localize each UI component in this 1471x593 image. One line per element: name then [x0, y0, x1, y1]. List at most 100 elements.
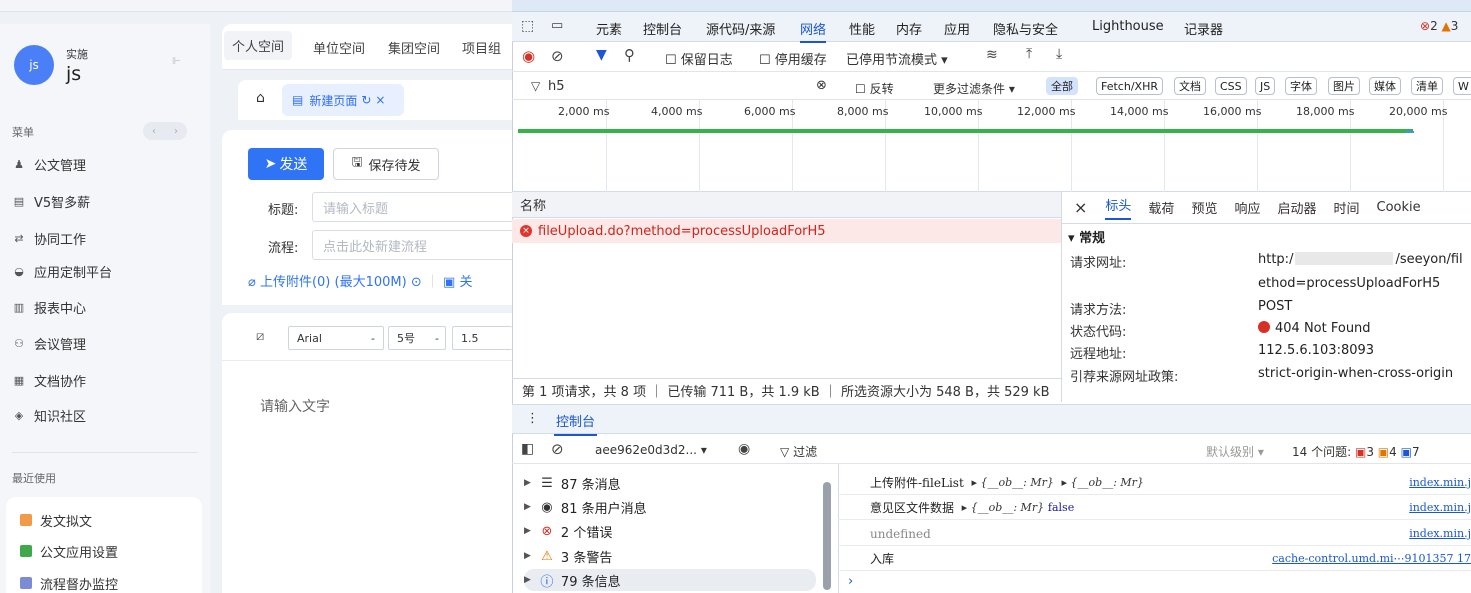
console-side-messages[interactable]: ▶ ☰ 87 条消息 — [524, 472, 621, 494]
page-tab-new[interactable]: ▤ 新建页面 ↻ × — [282, 84, 404, 116]
home-icon[interactable]: ⌂ — [256, 90, 265, 106]
console-side-warnings[interactable]: ▶ ⚠ 3 条警告 — [524, 545, 612, 567]
clear-icon[interactable]: ⊘ — [551, 47, 564, 65]
tab-personal-space[interactable]: 个人空间 — [224, 31, 293, 60]
tab-preview[interactable]: 预览 — [1191, 198, 1217, 217]
menu-item-6[interactable]: ▦ 文档协作 — [12, 368, 86, 392]
upload-icon[interactable]: ⤒ — [1026, 46, 1032, 62]
clear-filter-icon[interactable]: ⊗ — [816, 78, 827, 93]
line-height-select[interactable]: 1.5 — [452, 326, 512, 350]
menu-item-2[interactable]: ⇄ 协同工作 — [12, 226, 86, 250]
console-sidebar-scrollbar[interactable] — [823, 482, 831, 590]
menu-scroll-arrows[interactable]: ‹ › — [143, 122, 187, 140]
console-filter-input[interactable]: ▽ 过滤 — [780, 443, 1200, 460]
search-icon[interactable]: ⚲ — [624, 46, 635, 64]
recent-item-0[interactable]: 发文拟文 — [20, 509, 92, 531]
avatar[interactable]: js — [14, 45, 54, 85]
tab-payload[interactable]: 载荷 — [1148, 198, 1174, 217]
eye-icon[interactable]: ◉ — [738, 441, 750, 457]
object-preview[interactable]: ▸ {__ob__: Mr} — [962, 501, 1044, 514]
source-link[interactable]: index.min.j — [1409, 476, 1471, 489]
clear-console-icon[interactable]: ⊘ — [551, 440, 564, 458]
chip-manifest[interactable]: 清单 — [1411, 77, 1443, 95]
tab-memory[interactable]: 内存 — [896, 19, 922, 38]
tab-timing[interactable]: 时间 — [1333, 198, 1359, 217]
console-side-errors[interactable]: ▶ ⊗ 2 个错误 — [524, 520, 612, 542]
tab-network[interactable]: 网络 — [800, 19, 827, 43]
filter-input[interactable]: h5 — [548, 79, 818, 94]
name-column-header[interactable]: 名称 — [512, 192, 1061, 218]
upload-attachment-link[interactable]: ⌀ 上传附件(0) (最大100M) ⊙ ｜ ▣ 关 — [248, 271, 473, 290]
send-button[interactable]: ➤ 发送 — [248, 148, 324, 180]
filter-icon[interactable]: ▼ — [596, 47, 607, 63]
issue-counter[interactable]: ⊗2 ▲3 — [1420, 19, 1458, 33]
tab-sources[interactable]: 源代码/来源 — [706, 19, 775, 38]
recent-item-1[interactable]: 公文应用设置 — [20, 540, 118, 562]
format-icon[interactable]: ⧄ — [256, 329, 264, 344]
tab-recorder[interactable]: 记录器 — [1184, 19, 1223, 38]
close-icon[interactable]: × — [1074, 198, 1087, 217]
console-prompt-icon[interactable]: › — [848, 574, 853, 589]
chip-media[interactable]: 媒体 — [1369, 77, 1401, 95]
drawer-tab-console[interactable]: 控制台 — [554, 411, 598, 436]
recent-item-2[interactable]: 流程督办监控 — [20, 572, 118, 593]
download-icon[interactable]: ⤓ — [1056, 46, 1062, 62]
general-section-toggle[interactable]: ▾ 常规 — [1068, 227, 1105, 246]
size-select[interactable]: 5号 - — [388, 326, 446, 350]
chip-fetch-xhr[interactable]: Fetch/XHR — [1096, 77, 1163, 95]
sidebar-toggle-icon[interactable]: ◧ — [521, 441, 534, 457]
tab-initiator[interactable]: 启动器 — [1277, 198, 1316, 217]
log-level-select[interactable]: 默认级别 ▾ — [1206, 443, 1264, 460]
chip-font[interactable]: 字体 — [1285, 77, 1317, 95]
tab-application[interactable]: 应用 — [944, 19, 970, 38]
record-icon[interactable]: ◉ — [522, 47, 535, 65]
title-input[interactable]: 请输入标题 — [312, 192, 512, 222]
menu-item-7[interactable]: ◈ 知识社区 — [12, 403, 86, 427]
object-preview[interactable]: ▸ {__ob__: Mr} — [1062, 476, 1144, 489]
chip-all[interactable]: 全部 — [1046, 77, 1078, 95]
console-log-row[interactable]: 上传附件-fileList ▸ {__ob__: Mr} ▸ {__ob__: … — [838, 471, 1471, 495]
font-select[interactable]: Arial - — [288, 326, 384, 350]
menu-item-5[interactable]: ⚇ 会议管理 — [12, 331, 86, 355]
request-row[interactable]: × fileUpload.do?method=processUploadForH5 — [512, 219, 1061, 243]
collapse-icon[interactable]: ⊩ — [172, 56, 181, 67]
flow-input[interactable]: 点击此处新建流程 — [312, 230, 512, 260]
tab-headers[interactable]: 标头 — [1105, 195, 1132, 220]
console-log-row[interactable]: 入库 cache-control.umd.mi⋯9101357 17 — [838, 547, 1471, 571]
tab-console[interactable]: 控制台 — [643, 19, 682, 38]
issues-button[interactable]: 14 个问题: ▣3 ▣4 ▣7 — [1292, 443, 1420, 460]
wifi-icon[interactable]: ≋ — [986, 47, 998, 63]
editor-placeholder[interactable]: 请输入文字 — [260, 396, 330, 416]
tab-unit-space[interactable]: 单位空间 — [313, 38, 365, 57]
chip-css[interactable]: CSS — [1215, 77, 1247, 95]
device-toggle-icon[interactable]: ▭ — [551, 18, 563, 33]
chevron-right-icon[interactable]: › — [174, 126, 178, 137]
source-link[interactable]: index.min.j — [1409, 501, 1471, 514]
menu-item-0[interactable]: ♟ 公文管理 — [12, 152, 86, 176]
invert-checkbox[interactable]: ☐ 反转 — [855, 80, 894, 97]
chip-doc[interactable]: 文档 — [1174, 77, 1206, 95]
menu-item-1[interactable]: ▤ V5智多薪 — [12, 189, 90, 213]
context-select[interactable]: aee962e0d3d2... ▾ — [595, 443, 707, 457]
console-log-row[interactable]: undefined index.min.j — [838, 522, 1471, 546]
source-link[interactable]: index.min.j — [1409, 527, 1471, 540]
menu-item-3[interactable]: ◒ 应用定制平台 — [12, 259, 112, 283]
object-preview[interactable]: ▸ {__ob__: Mr} — [971, 476, 1053, 489]
chip-js[interactable]: JS — [1255, 77, 1276, 95]
preserve-log-checkbox[interactable]: ☐ 保留日志 — [665, 49, 733, 68]
save-pending-button[interactable]: 🖫 保存待发 — [333, 148, 439, 180]
tab-cookie[interactable]: Cookie — [1377, 200, 1421, 215]
console-side-user-messages[interactable]: ▶ ◉ 81 条用户消息 — [524, 496, 647, 518]
tab-performance[interactable]: 性能 — [849, 19, 875, 38]
refresh-icon[interactable]: ↻ — [361, 93, 371, 107]
source-link[interactable]: cache-control.umd.mi⋯9101357 17 — [1272, 552, 1471, 565]
disable-cache-checkbox[interactable]: ☐ 停用缓存 — [759, 49, 827, 68]
inspect-icon[interactable]: ⬚ — [521, 18, 534, 34]
close-icon[interactable]: × — [375, 93, 385, 107]
tab-privacy[interactable]: 隐私与安全 — [993, 19, 1058, 38]
drawer-menu-icon[interactable]: ⋮ — [526, 411, 539, 426]
tab-lighthouse[interactable]: Lighthouse — [1092, 19, 1164, 34]
help-icon[interactable]: ⊙ — [411, 275, 422, 290]
tab-project-group[interactable]: 项目组 — [462, 38, 501, 57]
chip-img[interactable]: 图片 — [1328, 77, 1360, 95]
